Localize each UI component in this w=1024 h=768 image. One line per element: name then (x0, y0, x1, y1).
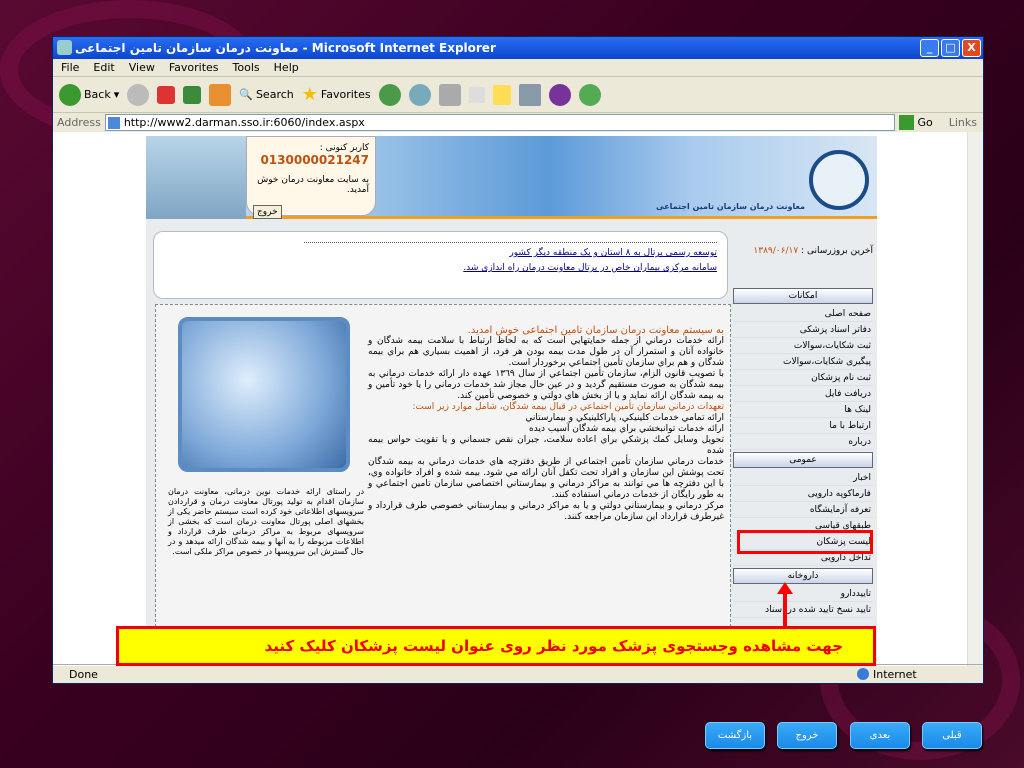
pills-image (178, 317, 350, 472)
address-input[interactable]: http://www2.darman.sso.ir:6060/index.asp… (104, 114, 896, 131)
news-link[interactable]: سامانه مرکزی بیماران خاص در پرتال معاونت… (304, 263, 717, 273)
pointer-arrow (783, 592, 787, 626)
sso-logo (809, 150, 869, 210)
sidebar-item[interactable]: پیگیری شکایات،سوالات (733, 354, 873, 370)
go-button[interactable]: Go (899, 115, 933, 130)
doctor-image (146, 136, 246, 219)
sidebar-item[interactable]: تاییددارو (733, 586, 873, 602)
user-id: 0130000021247 (260, 153, 369, 167)
logout-button[interactable]: خروج (253, 205, 282, 219)
web-page: کاربر کنونی : 0130000021247 به سایت معاو… (146, 136, 877, 666)
sidebar-item[interactable]: ثبت نام پزشکان (733, 370, 873, 386)
print-icon[interactable] (438, 83, 461, 106)
sidebar-item[interactable]: ثبت شکایات،سوالات (733, 338, 873, 354)
news-box: توسعه رسمی پرتال به ۸ استان و یک منطقه د… (153, 231, 728, 299)
sidebar-item[interactable]: تایید نسخ تایید شده در اسناد (733, 602, 873, 618)
news-link[interactable]: توسعه رسمی پرتال به ۸ استان و یک منطقه د… (304, 248, 717, 258)
sidebar-item[interactable]: اخبار (733, 470, 873, 486)
instruction-banner: جهت مشاهده وجستجوی پزشک مورد نظر روی عنو… (116, 626, 876, 666)
previous-button[interactable]: قبلی (922, 722, 982, 749)
highlight-box (737, 530, 873, 554)
browser-window: معاونت درمان سازمان تامین اجتماعی - Micr… (52, 36, 984, 684)
sidebar-item[interactable]: دفاتر اسناد پزشکی (733, 322, 873, 338)
stop-icon[interactable] (157, 85, 176, 104)
search-icon: 🔍 (239, 88, 253, 101)
intro-text: در راستای ارائه خدمات نوین درمانی، معاون… (168, 487, 364, 556)
favorites-button[interactable]: ★ Favorites (302, 84, 371, 105)
main-content: در راستای ارائه خدمات نوین درمانی، معاون… (155, 304, 731, 627)
main-text: به سیستم معاونت درمان سازمان تامین اجتما… (368, 325, 724, 522)
menu-view[interactable]: View (129, 61, 155, 74)
menu-favorites[interactable]: Favorites (169, 61, 219, 74)
menu-help[interactable]: Help (274, 61, 299, 74)
exit-button[interactable]: خروج (777, 722, 837, 749)
ie-icon (57, 40, 72, 55)
last-update: آخرین بروزرسانی : ۱۳۸۹/۰۶/۱۷ (753, 246, 873, 256)
minimize-button[interactable]: _ (920, 39, 939, 57)
page-icon (107, 117, 120, 129)
address-bar: Address http://www2.darman.sso.ir:6060/i… (53, 113, 983, 132)
links-button[interactable]: Links (949, 116, 977, 129)
notes-icon[interactable] (492, 84, 511, 105)
refresh-icon[interactable] (183, 85, 202, 104)
logo-text: معاونت درمان سازمان تامین اجتماعی (656, 202, 805, 211)
history-icon[interactable] (378, 83, 401, 106)
page-viewport: کاربر کنونی : 0130000021247 به سایت معاو… (53, 132, 967, 666)
back-button[interactable]: Back ▾ (59, 83, 119, 106)
sidebar-section-header: داروخانه (733, 568, 873, 584)
maximize-button[interactable]: □ (941, 39, 960, 57)
messenger-icon[interactable] (578, 83, 601, 106)
menu-tools[interactable]: Tools (233, 61, 260, 74)
window-title: معاونت درمان سازمان تامین اجتماعی - Micr… (75, 41, 496, 55)
sidebar-item[interactable]: صفحه اصلی (733, 306, 873, 322)
sidebar-item[interactable]: فارماکوپه دارویی (733, 486, 873, 502)
internet-zone-icon (857, 668, 869, 680)
address-label: Address (57, 116, 101, 129)
vertical-scrollbar[interactable] (967, 132, 983, 666)
sidebar-item[interactable]: دریافت فایل (733, 386, 873, 402)
toolbar: Back ▾ 🔍 Search ★ Favorites (53, 77, 983, 113)
home-icon[interactable] (209, 83, 232, 106)
back-arrow-icon (59, 83, 81, 106)
sidebar-section-header: عمومی (733, 452, 873, 468)
yahoo-icon[interactable] (548, 83, 571, 106)
sidebar-menu: امکانات صفحه اصلی دفاتر اسناد پزشکی ثبت شکا… (733, 286, 873, 618)
sidebar-item[interactable]: تعرفه آزمایشگاه (733, 502, 873, 518)
user-box: کاربر کنونی : 0130000021247 به سایت معاو… (246, 136, 376, 219)
title-bar: معاونت درمان سازمان تامین اجتماعی - Micr… (53, 37, 983, 59)
back-nav-button[interactable]: بازگشت (705, 722, 765, 749)
research-icon[interactable] (518, 83, 541, 106)
sidebar-section-header: امکانات (733, 288, 873, 304)
next-button[interactable]: بعدی (850, 722, 910, 749)
go-arrow-icon (899, 115, 915, 130)
word-icon[interactable] (468, 86, 485, 103)
search-button[interactable]: 🔍 Search (239, 88, 294, 101)
menu-edit[interactable]: Edit (93, 61, 114, 74)
sidebar-item[interactable]: درباره (733, 434, 873, 450)
site-banner: کاربر کنونی : 0130000021247 به سایت معاو… (146, 136, 877, 219)
menu-file[interactable]: File (61, 61, 79, 74)
status-bar: Done Internet (53, 664, 983, 683)
close-button[interactable]: X (962, 39, 981, 57)
welcome-text: به سایت معاونت درمان خوش آمدید. (257, 175, 369, 195)
star-icon: ★ (301, 84, 318, 105)
forward-button[interactable] (127, 83, 150, 106)
sidebar-item[interactable]: ارتباط با ما (733, 418, 873, 434)
sidebar-item[interactable]: لینک ها (733, 402, 873, 418)
mail-icon[interactable] (408, 83, 431, 106)
menu-bar: File Edit View Favorites Tools Help (53, 59, 983, 77)
